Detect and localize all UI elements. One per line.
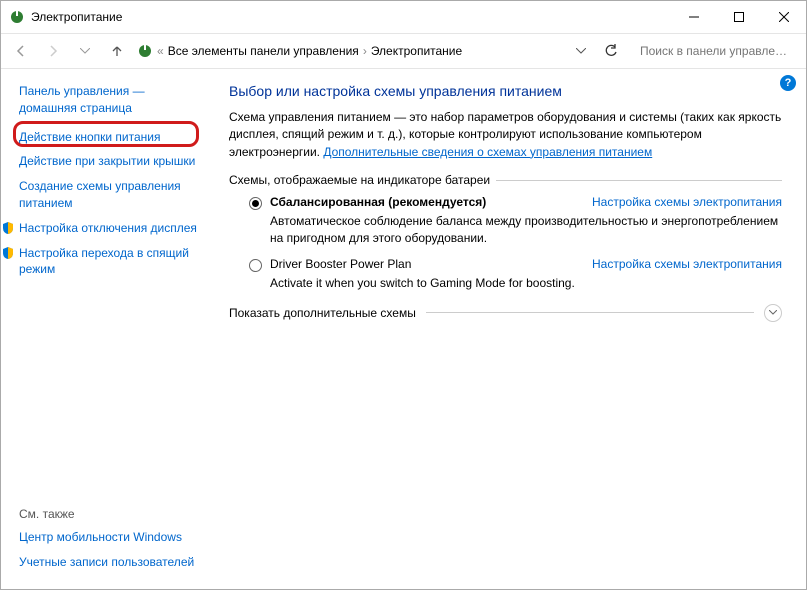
forward-button[interactable] bbox=[41, 39, 65, 63]
main-content: ? Выбор или настройка схемы управления п… bbox=[211, 69, 806, 589]
shield-icon bbox=[1, 221, 15, 235]
recent-dropdown[interactable] bbox=[73, 39, 97, 63]
sidebar-display-off-label: Настройка отключения дисплея bbox=[19, 221, 197, 235]
sidebar-power-button-action[interactable]: Действие кнопки питания bbox=[19, 129, 201, 146]
breadcrumb-prefix: « bbox=[157, 44, 164, 58]
breadcrumb-current[interactable]: Электропитание bbox=[371, 44, 462, 58]
up-button[interactable] bbox=[105, 39, 129, 63]
plan-balanced: Сбалансированная (рекомендуется) Настрой… bbox=[249, 195, 782, 247]
show-more-label: Показать дополнительные схемы bbox=[229, 306, 416, 320]
sidebar-sleep-settings-label: Настройка перехода в спящий режим bbox=[19, 246, 189, 277]
refresh-button[interactable] bbox=[597, 37, 625, 65]
sidebar-display-off[interactable]: Настройка отключения дисплея bbox=[19, 220, 201, 237]
plan-driver-booster-settings-link[interactable]: Настройка схемы электропитания bbox=[592, 257, 782, 271]
toolbar: « Все элементы панели управления › Элект… bbox=[1, 33, 806, 69]
sidebar-home-link[interactable]: Панель управления — домашняя страница bbox=[19, 83, 201, 117]
chevron-down-icon bbox=[764, 304, 782, 322]
breadcrumb-parent[interactable]: Все элементы панели управления bbox=[168, 44, 359, 58]
sidebar: Панель управления — домашняя страница Де… bbox=[1, 69, 211, 589]
see-also: См. также Центр мобильности Windows Учет… bbox=[19, 507, 199, 579]
maximize-button[interactable] bbox=[716, 2, 761, 32]
plan-balanced-desc: Автоматическое соблюдение баланса между … bbox=[270, 213, 782, 247]
plan-balanced-name[interactable]: Сбалансированная (рекомендуется) bbox=[270, 195, 592, 209]
see-also-header: См. также bbox=[19, 507, 199, 521]
location-icon bbox=[137, 43, 153, 59]
back-button[interactable] bbox=[9, 39, 33, 63]
page-heading: Выбор или настройка схемы управления пит… bbox=[229, 83, 782, 99]
divider bbox=[496, 180, 782, 181]
help-icon[interactable]: ? bbox=[780, 75, 796, 91]
plan-driver-booster: Driver Booster Power Plan Настройка схем… bbox=[249, 257, 782, 292]
body: Панель управления — домашняя страница Де… bbox=[1, 69, 806, 589]
window-title: Электропитание bbox=[31, 10, 671, 24]
divider bbox=[426, 312, 754, 313]
title-bar: Электропитание bbox=[1, 1, 806, 33]
sidebar-sleep-settings[interactable]: Настройка перехода в спящий режим bbox=[19, 245, 201, 279]
chevron-right-icon: › bbox=[363, 44, 367, 58]
plans-group-label: Схемы, отображаемые на индикаторе батаре… bbox=[229, 173, 782, 187]
shield-icon bbox=[1, 246, 15, 260]
minimize-button[interactable] bbox=[671, 2, 716, 32]
show-more-plans[interactable]: Показать дополнительные схемы bbox=[229, 304, 782, 322]
see-also-mobility-center[interactable]: Центр мобильности Windows bbox=[19, 529, 199, 546]
plans-group-text: Схемы, отображаемые на индикаторе батаре… bbox=[229, 173, 490, 187]
plan-balanced-radio[interactable] bbox=[249, 197, 262, 210]
search-input[interactable] bbox=[633, 39, 798, 63]
page-description: Схема управления питанием — это набор па… bbox=[229, 109, 782, 161]
plan-driver-booster-name[interactable]: Driver Booster Power Plan bbox=[270, 257, 592, 271]
plan-balanced-settings-link[interactable]: Настройка схемы электропитания bbox=[592, 195, 782, 209]
sidebar-create-plan[interactable]: Создание схемы управления питанием bbox=[19, 178, 201, 212]
breadcrumb[interactable]: « Все элементы панели управления › Элект… bbox=[137, 43, 563, 59]
plan-driver-booster-desc: Activate it when you switch to Gaming Mo… bbox=[270, 275, 782, 292]
learn-more-link[interactable]: Дополнительные сведения о схемах управле… bbox=[323, 145, 652, 159]
sidebar-lid-close-action[interactable]: Действие при закрытии крышки bbox=[19, 153, 201, 170]
app-icon bbox=[9, 9, 25, 25]
see-also-user-accounts[interactable]: Учетные записи пользователей bbox=[19, 554, 199, 571]
plan-driver-booster-radio[interactable] bbox=[249, 259, 262, 272]
close-button[interactable] bbox=[761, 2, 806, 32]
address-dropdown[interactable] bbox=[571, 35, 589, 67]
